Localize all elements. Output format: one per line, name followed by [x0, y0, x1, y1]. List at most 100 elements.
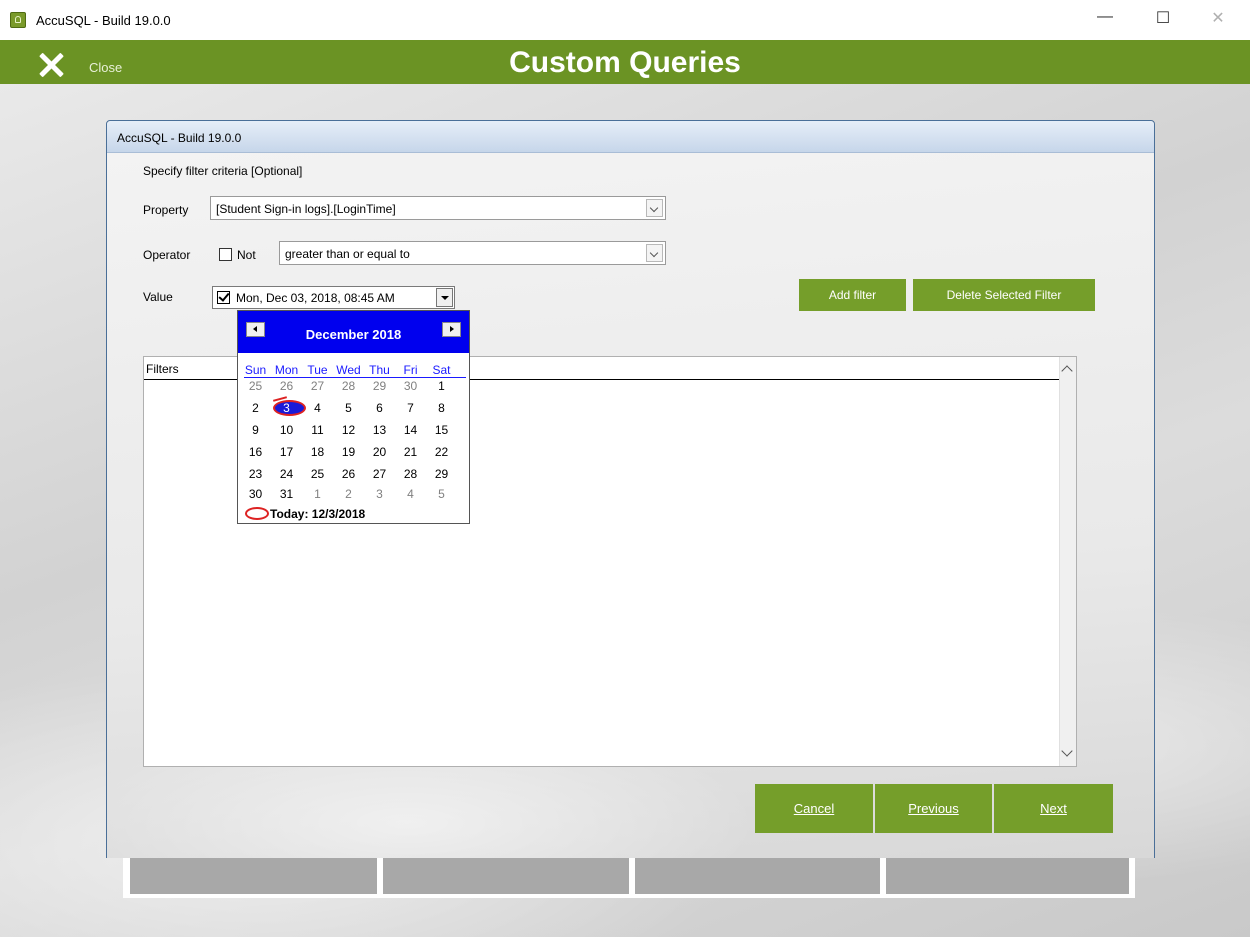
filters-column-label: Filters	[146, 362, 179, 376]
calendar-divider	[244, 377, 466, 378]
calendar-day[interactable]: 4	[398, 487, 423, 501]
minimize-icon[interactable]: —	[1093, 8, 1117, 26]
calendar-day[interactable]: 1	[429, 379, 454, 393]
calendar-day[interactable]: 26	[336, 467, 361, 481]
calendar-weekday-label: Mon	[274, 363, 299, 377]
calendar-day[interactable]: 9	[243, 423, 268, 437]
calendar-day[interactable]: 30	[398, 379, 423, 393]
maximize-icon[interactable]: ☐	[1151, 8, 1175, 28]
calendar-day[interactable]: 27	[305, 379, 330, 393]
calendar-day[interactable]: 20	[367, 445, 392, 459]
value-enabled-checkbox[interactable]	[217, 290, 230, 304]
calendar-weekday-label: Tue	[307, 363, 328, 377]
calendar-day[interactable]: 2	[243, 401, 268, 415]
wizard-nav-buttons: Cancel Previous Next	[755, 784, 1113, 833]
not-label: Not	[237, 248, 256, 262]
filters-scrollbar[interactable]	[1059, 357, 1076, 766]
calendar-day[interactable]: 16	[243, 445, 268, 459]
calendar-day[interactable]: 26	[274, 379, 299, 393]
window-titlebar: AccuSQL - Build 19.0.0 — ☐ ✕	[0, 0, 1250, 40]
calendar-day[interactable]: 31	[274, 487, 299, 501]
today-link[interactable]: Today: 12/3/2018	[270, 507, 365, 521]
previous-button-label: Previous	[908, 801, 959, 816]
today-circle-icon	[245, 507, 269, 520]
chevron-down-icon[interactable]	[646, 244, 663, 262]
calendar-day-selected[interactable]: 3	[274, 401, 299, 415]
calendar-day[interactable]: 7	[398, 401, 423, 415]
calendar-dropdown[interactable]: December 2018 Sun Mon Tue Wed Thu Fri Sat 25 26…	[237, 310, 470, 524]
calendar-day[interactable]: 19	[336, 445, 361, 459]
checkmark-icon	[218, 290, 230, 302]
calendar-header: December 2018	[238, 311, 469, 353]
calendar-day[interactable]: 28	[336, 379, 361, 393]
delete-selected-filter-button[interactable]: Delete Selected Filter	[913, 279, 1095, 311]
calendar-day[interactable]: 14	[398, 423, 423, 437]
calendar-weekday-label: Thu	[369, 363, 390, 377]
tab-slot[interactable]	[886, 858, 1129, 894]
calendar-day[interactable]: 18	[305, 445, 330, 459]
value-label: Value	[143, 290, 173, 304]
scroll-down-icon[interactable]	[1061, 745, 1073, 757]
property-select[interactable]: [Student Sign-in logs].[LoginTime]	[210, 196, 666, 220]
property-label: Property	[143, 203, 189, 217]
value-datetime-picker[interactable]: Mon, Dec 03, 2018, 08:45 AM	[212, 286, 455, 309]
calendar-day[interactable]: 5	[429, 487, 454, 501]
cancel-button-label: Cancel	[793, 801, 835, 816]
tab-slot[interactable]	[130, 858, 377, 894]
calendar-weekday-label: Wed	[336, 363, 361, 377]
calendar-day[interactable]: 21	[398, 445, 423, 459]
not-checkbox[interactable]	[219, 248, 232, 261]
calendar-day[interactable]: 2	[336, 487, 361, 501]
calendar-day[interactable]: 17	[274, 445, 299, 459]
calendar-day[interactable]: 1	[305, 487, 330, 501]
calendar-day[interactable]: 29	[429, 467, 454, 481]
dropdown-arrow-icon[interactable]	[436, 288, 453, 307]
calendar-weekday-label: Fri	[403, 363, 418, 377]
calendar-day[interactable]: 12	[336, 423, 361, 437]
property-value: [Student Sign-in logs].[LoginTime]	[216, 202, 396, 216]
operator-label: Operator	[143, 248, 191, 262]
calendar-day[interactable]: 3	[367, 487, 392, 501]
calendar-day[interactable]: 6	[367, 401, 392, 415]
calendar-day[interactable]: 25	[243, 379, 268, 393]
window-title: AccuSQL - Build 19.0.0	[36, 13, 171, 28]
calendar-day[interactable]: 22	[429, 445, 454, 459]
calendar-day[interactable]: 30	[243, 487, 268, 501]
calendar-day[interactable]: 15	[429, 423, 454, 437]
tab-slot[interactable]	[383, 858, 629, 894]
add-filter-button[interactable]: Add filter	[799, 279, 906, 311]
operator-value: greater than or equal to	[285, 247, 410, 261]
calendar-day[interactable]: 13	[367, 423, 392, 437]
calendar-day[interactable]: 24	[274, 467, 299, 481]
page-title: Custom Queries	[509, 46, 741, 79]
calendar-month-title: December 2018	[305, 327, 402, 342]
calendar-day[interactable]: 23	[243, 467, 268, 481]
app-lock-icon	[10, 12, 26, 28]
dialog-title: AccuSQL - Build 19.0.0	[117, 131, 242, 145]
calendar-day[interactable]: 28	[398, 467, 423, 481]
bottom-tab-strip	[123, 858, 1135, 898]
value-datetime-text[interactable]: Mon, Dec 03, 2018, 08:45 AM	[236, 291, 395, 305]
next-button[interactable]: Next	[994, 784, 1113, 833]
previous-button[interactable]: Previous	[875, 784, 992, 833]
window-close-icon[interactable]: ✕	[1206, 8, 1230, 28]
cancel-button[interactable]: Cancel	[755, 784, 873, 833]
calendar-day[interactable]: 29	[367, 379, 392, 393]
calendar-day[interactable]: 8	[429, 401, 454, 415]
calendar-day[interactable]: 4	[305, 401, 330, 415]
calendar-day[interactable]: 5	[336, 401, 361, 415]
calendar-day[interactable]: 25	[305, 467, 330, 481]
calendar-weekday-label: Sun	[244, 363, 267, 377]
operator-select[interactable]: greater than or equal to	[279, 241, 666, 265]
instruction-text: Specify filter criteria [Optional]	[143, 164, 303, 178]
scroll-up-icon[interactable]	[1061, 365, 1073, 377]
calendar-day[interactable]: 27	[367, 467, 392, 481]
calendar-day[interactable]: 11	[305, 423, 330, 437]
calendar-weekday-label: Sat	[432, 363, 451, 377]
calendar-day[interactable]: 10	[274, 423, 299, 437]
next-button-label: Next	[1040, 801, 1067, 816]
chevron-down-icon[interactable]	[646, 199, 663, 217]
tab-slot[interactable]	[635, 858, 880, 894]
dialog-titlebar: AccuSQL - Build 19.0.0	[107, 121, 1154, 153]
next-month-icon[interactable]	[442, 322, 461, 337]
